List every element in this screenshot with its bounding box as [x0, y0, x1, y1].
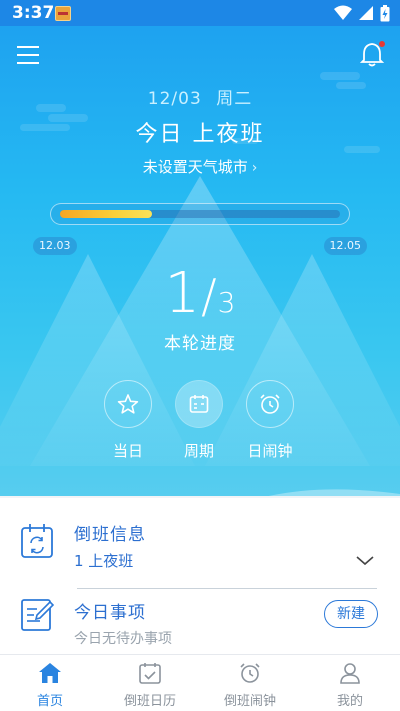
wave-divider	[268, 489, 400, 496]
mode-label: 当日	[112, 442, 143, 460]
current-weekday: 周二	[216, 89, 253, 109]
alarm-clock-icon	[260, 394, 280, 414]
shift-info-value: 1 上夜班	[74, 552, 134, 570]
calendar-check-icon	[139, 663, 161, 684]
shift-info-title: 倒班信息	[74, 525, 146, 545]
nav-item-shift-calendar[interactable]: 倒班日历	[100, 655, 200, 711]
menu-icon[interactable]	[16, 44, 40, 66]
cycle-progress-label: 本轮进度	[164, 334, 236, 354]
nav-label: 倒班日历	[123, 694, 176, 709]
edit-note-icon	[21, 599, 54, 631]
alarm-clock-icon	[240, 663, 260, 683]
mode-button-alarm[interactable]: 日闹钟	[235, 380, 305, 461]
wifi-icon	[334, 5, 352, 20]
current-date: 12/03	[147, 89, 202, 109]
cycle-fraction: 1/3	[0, 261, 400, 326]
app-notification-icon	[55, 6, 71, 21]
cycle-end-date: 12.05	[323, 237, 367, 255]
status-icons	[334, 4, 390, 22]
fraction-slash: /	[201, 269, 217, 323]
cycle-total: 3	[217, 286, 236, 319]
shift-info-card[interactable]: 倒班信息 1 上夜班	[0, 498, 400, 590]
mode-circle	[175, 380, 223, 428]
battery-icon	[380, 4, 390, 21]
star-icon	[117, 394, 139, 414]
today-shift-title: 今日 上夜班	[135, 122, 265, 147]
mode-button-cycle[interactable]: 周期	[164, 380, 234, 461]
nav-item-shift-alarm[interactable]: 倒班闹钟	[200, 655, 300, 711]
bottom-nav: 首页 倒班日历 倒班闹钟 我的	[0, 654, 400, 711]
notification-bell-icon[interactable]	[360, 40, 386, 68]
user-icon	[340, 663, 360, 684]
nav-item-home[interactable]: 首页	[0, 655, 100, 711]
date-line: 12/03 周二	[0, 84, 400, 109]
cycle-progress-bar	[50, 203, 350, 225]
progress-track	[60, 210, 340, 218]
nav-item-me[interactable]: 我的	[300, 655, 400, 711]
mode-label: 周期	[183, 442, 214, 460]
today-items-card[interactable]: 今日事项 今日无待办事项 新建	[0, 590, 400, 654]
progress-fill	[60, 210, 153, 218]
new-item-button[interactable]: 新建	[324, 600, 378, 628]
mode-button-day[interactable]: 当日	[93, 380, 163, 461]
status-time: 3:37	[12, 3, 55, 23]
weather-city-label: 未设置天气城市	[142, 158, 248, 176]
cycle-current: 1	[164, 261, 201, 326]
chevron-right-icon: ›	[251, 160, 258, 176]
nav-label: 倒班闹钟	[223, 694, 276, 709]
mode-label: 日闹钟	[247, 442, 293, 460]
cycle-start-date: 12.03	[33, 237, 77, 255]
nav-label: 首页	[36, 694, 63, 709]
mode-circle	[246, 380, 294, 428]
today-items-empty: 今日无待办事项	[74, 631, 172, 647]
home-icon	[39, 663, 61, 683]
content-panel: 倒班信息 1 上夜班 今日事项 今日无待办事项 新建	[0, 498, 400, 654]
nav-label: 我的	[336, 694, 363, 709]
status-bar: 3:37	[0, 0, 400, 26]
mode-circle	[104, 380, 152, 428]
chevron-down-icon[interactable]	[356, 556, 374, 566]
shift-calendar-icon	[21, 524, 53, 558]
weather-city-link[interactable]: 未设置天气城市 ›	[0, 156, 400, 177]
today-items-title: 今日事项	[74, 603, 146, 623]
calendar-icon	[189, 395, 209, 413]
divider	[77, 588, 377, 589]
signal-icon	[359, 6, 373, 20]
hero-panel: 12/03 周二 今日 上夜班 未设置天气城市 › 12.03 12.05 1/3…	[0, 26, 400, 496]
